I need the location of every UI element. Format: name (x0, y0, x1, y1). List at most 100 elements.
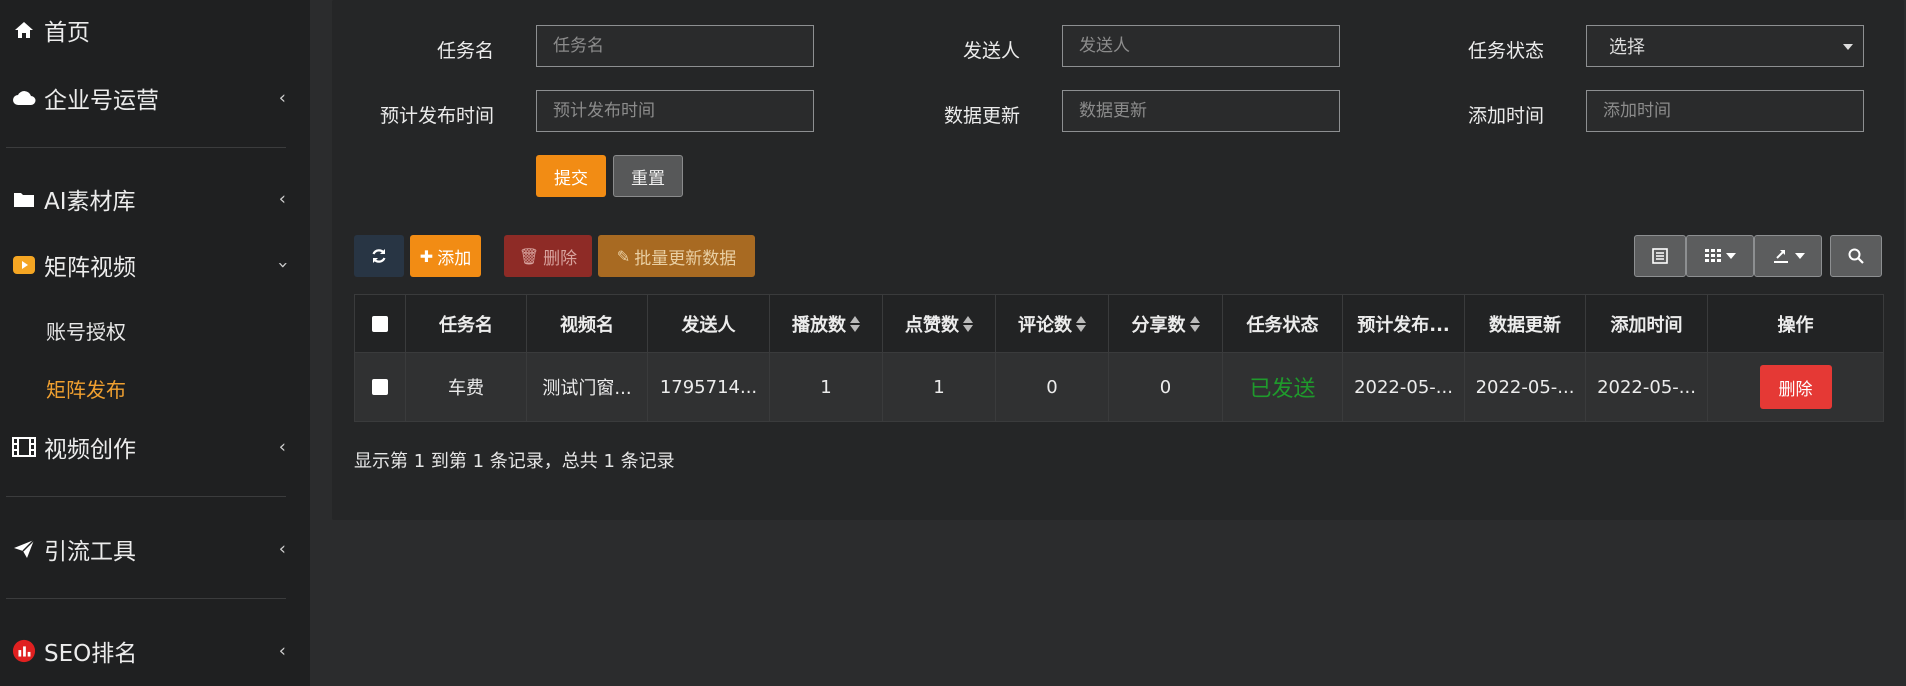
caret-down-icon (1725, 253, 1736, 259)
submit-button[interactable]: 提交 (536, 155, 606, 197)
sidebar-item-label: 企业号运营 (44, 88, 159, 114)
caret-down-icon (1843, 44, 1853, 50)
list-view-icon (1652, 248, 1668, 264)
data-update-input[interactable] (1062, 90, 1340, 132)
film-icon (12, 435, 36, 459)
added-time-label: 添加时间 (1467, 105, 1544, 127)
batch-update-button-label: 批量更新数据 (634, 248, 737, 269)
cell-scheduled: 2022-05-... (1343, 353, 1465, 421)
delete-button-label: 删除 (543, 248, 578, 269)
task-name-input[interactable] (536, 25, 814, 67)
column-header-sortable[interactable]: 分享数 (1109, 295, 1223, 353)
cell-plays: 1 (770, 353, 883, 421)
row-select-cell (354, 353, 406, 421)
cell-data-update: 2022-05-... (1465, 353, 1586, 421)
column-header: 数据更新 (1465, 295, 1586, 353)
cell-likes: 1 (883, 353, 996, 421)
sidebar-item-video-creation[interactable]: 视频创作 ‹ (0, 419, 300, 475)
export-button[interactable] (1754, 235, 1822, 277)
trash-icon: 🗑 (518, 246, 540, 266)
cell-status: 已发送 (1223, 353, 1343, 421)
scheduled-time-input[interactable] (536, 90, 814, 132)
home-icon (12, 18, 36, 42)
sidebar-item-seo-ranking[interactable]: SEO排名 ‹ (0, 623, 300, 679)
reset-button[interactable]: 重置 (613, 155, 683, 197)
sidebar-item-label: 矩阵视频 (44, 255, 136, 281)
cell-shares: 0 (1109, 353, 1223, 421)
chevron-left-icon: ‹ (278, 87, 286, 109)
add-button[interactable]: ✚ 添加 (410, 235, 481, 277)
divider (6, 598, 286, 599)
divider (6, 496, 286, 497)
plus-icon: ✚ (419, 246, 434, 266)
column-header: 视频名 (527, 295, 648, 353)
sidebar-item-label: 视频创作 (44, 437, 136, 463)
select-all-cell (354, 295, 406, 353)
sidebar-item-ai-library[interactable]: AI素材库 ‹ (0, 171, 300, 227)
column-header: 预计发布... (1343, 295, 1465, 353)
sort-icon (963, 316, 973, 332)
cell-added: 2022-05-... (1586, 353, 1708, 421)
select-all-checkbox[interactable] (372, 316, 388, 332)
sidebar-item-label: AI素材库 (44, 189, 136, 215)
sort-icon (1076, 316, 1086, 332)
paper-plane-icon (12, 537, 36, 561)
cell-sender: 1795714... (648, 353, 770, 421)
column-header-label: 播放数 (792, 315, 846, 336)
pencil-icon: ✎ (616, 246, 631, 266)
table-header: 任务名 视频名 发送人 播放数 点赞数 评论数 分享数 任务状态 预计发布...… (354, 294, 1884, 353)
batch-update-button[interactable]: ✎ 批量更新数据 (598, 235, 755, 277)
sidebar-item-traffic-tools[interactable]: 引流工具 ‹ (0, 521, 300, 577)
task-status-select[interactable]: 选择 (1586, 25, 1864, 67)
search-icon (1848, 248, 1864, 264)
sidebar-item-enterprise[interactable]: 企业号运营 ‹ (0, 70, 300, 126)
columns-button[interactable] (1686, 235, 1754, 277)
sidebar-item-label: SEO排名 (44, 641, 138, 667)
chevron-left-icon: ‹ (278, 640, 286, 662)
sidebar-item-home[interactable]: 首页 (0, 2, 300, 58)
toggle-view-button[interactable] (1634, 235, 1686, 277)
cloud-icon (12, 86, 36, 110)
column-header-sortable[interactable]: 点赞数 (883, 295, 996, 353)
column-header: 操作 (1708, 295, 1884, 353)
task-status-label: 任务状态 (1467, 40, 1544, 62)
refresh-button[interactable] (354, 235, 404, 277)
video-play-icon (12, 253, 36, 277)
chevron-left-icon: ‹ (278, 538, 286, 560)
sidebar-item-matrix-video[interactable]: 矩阵视频 ‹ (0, 237, 300, 293)
sort-icon (850, 316, 860, 332)
search-button[interactable] (1830, 235, 1882, 277)
status-badge: 已发送 (1249, 377, 1316, 402)
pagination-summary: 显示第 1 到第 1 条记录，总共 1 条记录 (354, 451, 675, 472)
data-update-label: 数据更新 (943, 105, 1020, 127)
add-button-label: 添加 (437, 248, 472, 269)
sidebar-item-label: 首页 (44, 20, 90, 46)
sidebar-subitem-matrix-publish[interactable]: 矩阵发布 (46, 374, 126, 403)
delete-button[interactable]: 🗑 删除 (504, 235, 592, 277)
task-status-value: 选择 (1609, 37, 1645, 58)
added-time-input[interactable] (1586, 90, 1864, 132)
column-header-sortable[interactable]: 评论数 (996, 295, 1109, 353)
column-header-label: 点赞数 (905, 315, 959, 336)
sidebar-subitem-account-auth[interactable]: 账号授权 (46, 316, 126, 345)
column-header-label: 评论数 (1018, 315, 1072, 336)
divider (6, 147, 286, 148)
table-row: 车费 测试门窗... 1795714... 1 1 0 0 已发送 2022-0… (354, 352, 1884, 422)
column-header: 任务状态 (1223, 295, 1343, 353)
cell-actions: 删除 (1708, 353, 1884, 421)
column-header-label: 分享数 (1131, 315, 1186, 336)
sort-icon (1189, 316, 1200, 332)
chevron-left-icon: ‹ (278, 436, 286, 458)
task-name-label: 任务名 (436, 40, 494, 62)
sender-input[interactable] (1062, 25, 1340, 67)
row-checkbox[interactable] (372, 379, 388, 395)
refresh-icon (372, 249, 386, 263)
cell-video-name: 测试门窗... (527, 353, 648, 421)
caret-down-icon (1794, 253, 1805, 259)
chevron-left-icon: ‹ (278, 188, 286, 210)
row-delete-button[interactable]: 删除 (1759, 365, 1832, 409)
column-header: 添加时间 (1586, 295, 1708, 353)
column-header: 任务名 (406, 295, 527, 353)
column-header: 发送人 (648, 295, 770, 353)
column-header-sortable[interactable]: 播放数 (770, 295, 883, 353)
